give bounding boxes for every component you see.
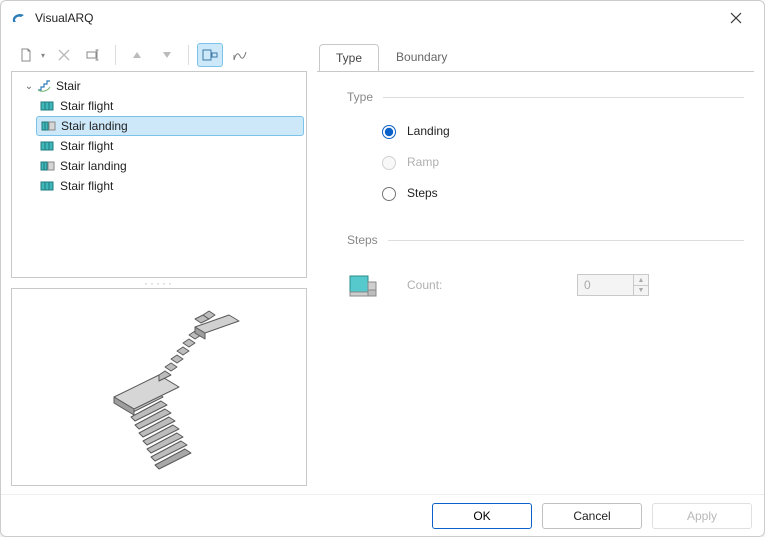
curve-icon bbox=[232, 48, 248, 62]
radio-landing-row[interactable]: Landing bbox=[347, 118, 744, 149]
flight-icon bbox=[40, 138, 56, 154]
radio-landing[interactable] bbox=[382, 125, 396, 139]
close-button[interactable] bbox=[714, 3, 758, 33]
left-column: ▾ bbox=[11, 43, 307, 486]
delete-icon bbox=[58, 49, 70, 61]
radio-ramp-label: Ramp bbox=[407, 155, 439, 169]
tabstrip: Type Boundary bbox=[317, 43, 754, 71]
tree-item-label: Stair flight bbox=[60, 99, 113, 113]
right-column: Type Boundary Type Landing Ramp bbox=[317, 43, 754, 486]
move-up-button[interactable] bbox=[124, 43, 150, 67]
up-arrow-icon bbox=[132, 51, 142, 59]
splitter-grip[interactable]: ····· bbox=[11, 278, 307, 288]
window-title: VisualARQ bbox=[35, 11, 93, 25]
radio-steps-label: Steps bbox=[407, 186, 438, 200]
attributes-button[interactable] bbox=[197, 43, 223, 67]
dropdown-arrow-icon[interactable]: ▾ bbox=[41, 51, 45, 60]
spinner-down-button: ▼ bbox=[633, 285, 649, 296]
tab-content: Type Landing Ramp Steps bbox=[317, 71, 754, 486]
group-steps: Steps Count: bbox=[347, 233, 744, 303]
curve-mode-button[interactable] bbox=[227, 43, 253, 67]
expander-icon[interactable]: ⌄ bbox=[22, 81, 36, 92]
attributes-icon bbox=[202, 48, 218, 62]
landing-thumb-icon bbox=[347, 267, 383, 303]
tree-root-stair[interactable]: ⌄ Stair bbox=[18, 76, 304, 96]
delete-button[interactable] bbox=[51, 43, 77, 67]
footer: OK Cancel Apply bbox=[1, 494, 764, 536]
new-button[interactable] bbox=[13, 43, 39, 67]
tree-item-flight-2[interactable]: Stair flight bbox=[36, 136, 304, 156]
radio-ramp-row: Ramp bbox=[347, 149, 744, 180]
radio-steps-row[interactable]: Steps bbox=[347, 180, 744, 211]
tree-item-flight-0[interactable]: Stair flight bbox=[36, 96, 304, 116]
group-steps-label: Steps bbox=[347, 233, 378, 247]
group-header-steps: Steps bbox=[347, 233, 744, 247]
cancel-button[interactable]: Cancel bbox=[542, 503, 642, 529]
toolbar: ▾ bbox=[11, 43, 307, 71]
rename-icon bbox=[86, 48, 102, 62]
landing-icon bbox=[40, 158, 56, 174]
tree-panel[interactable]: ⌄ Stair Stair flight Stair landing Stair f… bbox=[11, 71, 307, 278]
tab-boundary[interactable]: Boundary bbox=[379, 43, 464, 70]
titlebar: VisualARQ bbox=[1, 1, 764, 35]
radio-ramp bbox=[382, 156, 396, 170]
tree-root-label: Stair bbox=[56, 79, 81, 93]
tree-item-landing-3[interactable]: Stair landing bbox=[36, 156, 304, 176]
tree-item-label: Stair flight bbox=[60, 139, 113, 153]
app-icon bbox=[11, 10, 27, 26]
ok-button[interactable]: OK bbox=[432, 503, 532, 529]
group-type: Type Landing Ramp Steps bbox=[347, 90, 744, 211]
close-icon bbox=[730, 12, 742, 24]
radio-landing-label: Landing bbox=[407, 124, 450, 138]
tree-item-label: Stair landing bbox=[61, 119, 128, 133]
tree: ⌄ Stair Stair flight Stair landing Stair f… bbox=[14, 76, 304, 196]
count-label: Count: bbox=[407, 278, 577, 292]
group-header-type: Type bbox=[347, 90, 744, 104]
spinner-up-button: ▲ bbox=[633, 274, 649, 285]
new-page-icon bbox=[19, 48, 33, 62]
tree-item-label: Stair flight bbox=[60, 179, 113, 193]
tree-item-label: Stair landing bbox=[60, 159, 127, 173]
tree-item-landing-1[interactable]: Stair landing bbox=[36, 116, 304, 136]
preview-panel bbox=[11, 288, 307, 486]
dialog-window: VisualARQ ▾ bbox=[0, 0, 765, 537]
flight-icon bbox=[40, 178, 56, 194]
landing-icon bbox=[41, 118, 57, 134]
down-arrow-icon bbox=[162, 51, 172, 59]
count-spinner: ▲ ▼ bbox=[577, 274, 649, 296]
steps-count-row: Count: ▲ ▼ bbox=[347, 261, 744, 303]
group-type-label: Type bbox=[347, 90, 373, 104]
radio-steps[interactable] bbox=[382, 187, 396, 201]
tree-item-flight-4[interactable]: Stair flight bbox=[36, 176, 304, 196]
stair-preview-image bbox=[59, 297, 259, 477]
stair-icon bbox=[36, 78, 52, 94]
count-input bbox=[577, 274, 633, 296]
apply-button: Apply bbox=[652, 503, 752, 529]
move-down-button[interactable] bbox=[154, 43, 180, 67]
tab-type[interactable]: Type bbox=[319, 44, 379, 71]
rename-button[interactable] bbox=[81, 43, 107, 67]
content-area: ▾ bbox=[1, 35, 764, 494]
flight-icon bbox=[40, 98, 56, 114]
